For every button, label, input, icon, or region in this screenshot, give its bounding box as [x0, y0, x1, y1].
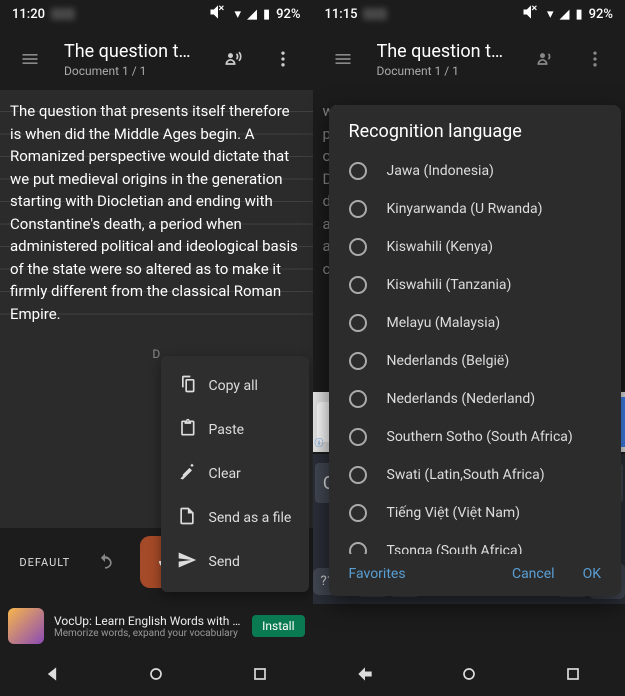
battery-icon: ▮ — [575, 7, 582, 22]
lang-item[interactable]: Nederlands (Nederland) — [329, 380, 622, 418]
status-notif-blur — [51, 8, 75, 20]
document-title: The question that presen... — [64, 41, 199, 62]
menu-label: Send — [209, 554, 240, 570]
document-counter: Document 1 / 1 — [377, 64, 512, 78]
nav-home-icon[interactable] — [459, 664, 479, 688]
lang-item[interactable]: Tiếng Việt (Việt Nam) — [329, 494, 622, 532]
nav-back-icon[interactable] — [42, 664, 62, 688]
menu-copy-all[interactable]: Copy all — [161, 364, 309, 408]
ok-button[interactable]: OK — [583, 566, 601, 582]
cancel-button[interactable]: Cancel — [512, 566, 555, 582]
radio-icon — [349, 352, 367, 370]
ad-title: VocUp: Learn English Words with Flashcar… — [54, 614, 242, 628]
document-text: The question that presents itself theref… — [10, 100, 303, 325]
radio-icon — [349, 466, 367, 484]
lang-item[interactable]: Jawa (Indonesia) — [329, 152, 622, 190]
radio-icon — [349, 504, 367, 522]
battery-icon: ▮ — [263, 7, 270, 22]
lang-item[interactable]: Southern Sotho (South Africa) — [329, 418, 622, 456]
wifi-icon: ▾ — [547, 7, 554, 22]
android-nav-bar — [0, 656, 313, 696]
app-header: The question that presen... Document 1 /… — [313, 28, 625, 90]
menu-label: Paste — [209, 422, 245, 438]
language-modal: Recognition language Jawa (Indonesia) Ki… — [329, 105, 622, 596]
ad-icon — [8, 608, 44, 644]
lang-item[interactable]: Kiswahili (Tanzania) — [329, 266, 622, 304]
radio-icon — [349, 314, 367, 332]
radio-icon — [349, 276, 367, 294]
file-icon — [177, 506, 197, 530]
document-title: The question that presen... — [377, 41, 512, 62]
install-button[interactable]: Install — [252, 615, 304, 637]
ad-subtitle: Memorize words, expand your vocabulary — [54, 628, 242, 639]
undo-button[interactable] — [89, 546, 121, 578]
signal-icon: ◢ — [247, 7, 257, 22]
status-bar: 11:15 ▾ ◢ ▮ 92% — [313, 0, 625, 28]
nav-home-icon[interactable] — [146, 664, 166, 688]
hamburger-icon[interactable] — [14, 43, 46, 75]
nav-recents-icon[interactable] — [563, 664, 583, 688]
more-icon[interactable] — [267, 43, 299, 75]
context-menu: Copy all Paste Clear Send as a file Send — [161, 356, 309, 592]
battery-pct: 92% — [276, 7, 300, 22]
menu-send-file[interactable]: Send as a file — [161, 496, 309, 540]
hamburger-icon[interactable] — [327, 43, 359, 75]
screen-right: 11:15 ▾ ◢ ▮ 92% The question that presen… — [313, 0, 625, 696]
lang-item[interactable]: Kiswahili (Kenya) — [329, 228, 622, 266]
brush-icon — [177, 462, 197, 486]
status-right: ▾ ◢ ▮ 92% — [521, 2, 613, 26]
menu-send[interactable]: Send — [161, 540, 309, 584]
menu-label: Send as a file — [209, 510, 292, 526]
signal-icon: ◢ — [559, 7, 569, 22]
status-bar: 11:20 ▾ ◢ ▮ 92% — [0, 0, 313, 28]
radio-icon — [349, 390, 367, 408]
lang-item[interactable]: Kinyarwanda (U Rwanda) — [329, 190, 622, 228]
radio-icon — [349, 238, 367, 256]
radio-icon — [349, 162, 367, 180]
menu-label: Clear — [209, 466, 241, 482]
copy-icon — [177, 374, 197, 398]
status-time: 11:15 — [325, 7, 358, 22]
status-time: 11:20 — [12, 7, 45, 22]
status-notif-blur — [363, 8, 387, 20]
menu-paste[interactable]: Paste — [161, 408, 309, 452]
language-list: Jawa (Indonesia) Kinyarwanda (U Rwanda) … — [329, 152, 622, 554]
more-icon[interactable] — [579, 43, 611, 75]
app-header: The question that presen... Document 1 /… — [0, 28, 313, 90]
ad-banner[interactable]: VocUp: Learn English Words with Flashcar… — [0, 596, 313, 656]
battery-pct: 92% — [589, 7, 613, 22]
lang-item[interactable]: Swati (Latin,South Africa) — [329, 456, 622, 494]
status-right: ▾ ◢ ▮ 92% — [208, 2, 300, 26]
screen-left: 11:20 ▾ ◢ ▮ 92% The question that presen… — [0, 0, 313, 696]
menu-clear[interactable]: Clear — [161, 452, 309, 496]
paste-icon — [177, 418, 197, 442]
radio-icon — [349, 542, 367, 554]
document-counter: Document 1 / 1 — [64, 64, 199, 78]
wifi-icon: ▾ — [234, 7, 241, 22]
lang-item[interactable]: Melayu (Malaysia) — [329, 304, 622, 342]
document-text-area[interactable]: The question that presents itself theref… — [0, 90, 313, 335]
send-icon — [177, 550, 197, 574]
dictation-icon[interactable] — [529, 43, 561, 75]
dictation-icon[interactable] — [217, 43, 249, 75]
lang-item[interactable]: Tsonga (South Africa) — [329, 532, 622, 554]
menu-label: Copy all — [209, 378, 258, 394]
lang-item[interactable]: Nederlands (België) — [329, 342, 622, 380]
radio-icon — [349, 200, 367, 218]
ad-label: ⓘ — [313, 435, 326, 450]
modal-title: Recognition language — [329, 105, 622, 152]
nav-recents-icon[interactable] — [250, 664, 270, 688]
favorites-button[interactable]: Favorites — [349, 566, 406, 582]
silent-icon — [521, 2, 541, 26]
radio-icon — [349, 428, 367, 446]
android-nav-bar — [313, 656, 625, 696]
default-label[interactable]: DEFAULT — [19, 556, 70, 569]
nav-back-icon[interactable] — [355, 664, 375, 688]
silent-icon — [208, 2, 228, 26]
